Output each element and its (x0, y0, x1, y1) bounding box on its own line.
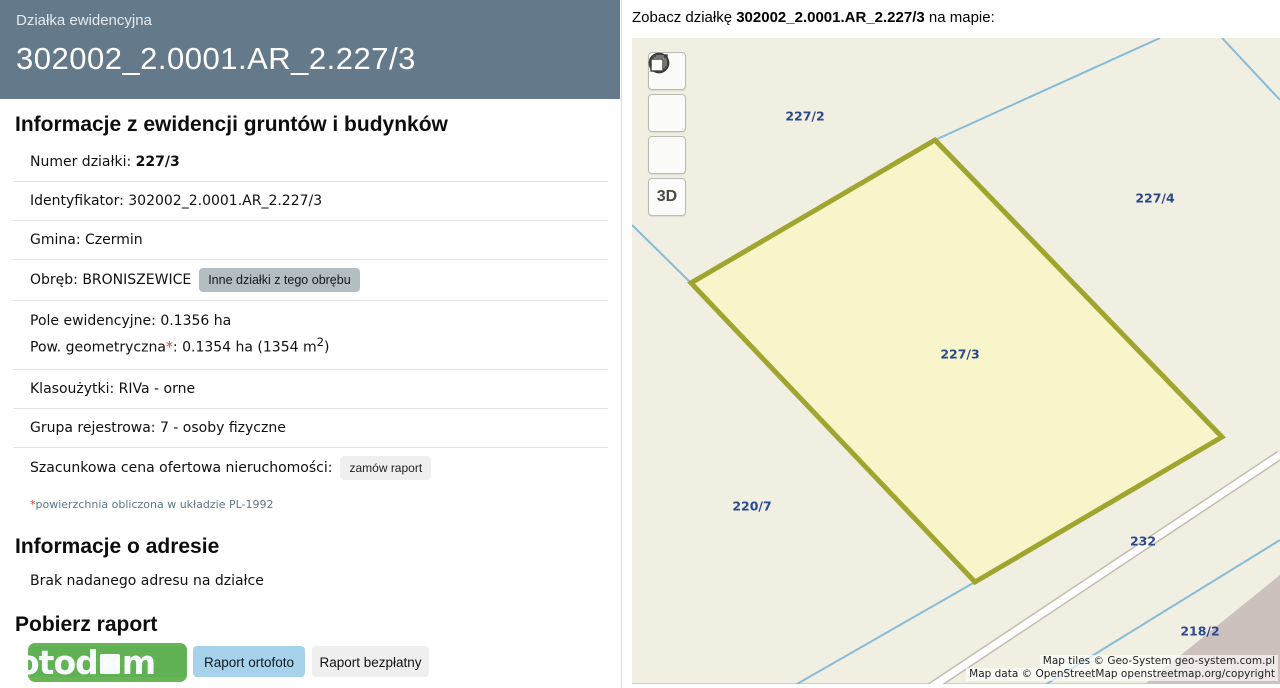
logo-text-end: m (122, 643, 155, 682)
parcel-label: 227/4 (1135, 191, 1174, 206)
map-title-suffix: na mapie: (925, 9, 995, 26)
row-land-use: Klasoużytki: RIVa - orne (13, 370, 608, 409)
parcel-label: 220/7 (732, 499, 771, 514)
parcel-label: 227/3 (940, 347, 979, 362)
layers-icon (648, 52, 670, 74)
layers-button[interactable] (648, 136, 686, 174)
map-title-prefix: Zobacz działkę (632, 9, 736, 26)
area-geometric-label: Pow. geometryczna (30, 340, 166, 356)
row-area: Pole ewidencyjne: 0.1356 ha Pow. geometr… (13, 301, 608, 370)
area-geometric-close: ) (324, 340, 329, 356)
map-controls: 3D (648, 52, 686, 220)
attribution-data: Map data © OpenStreetMap openstreetmap.o… (966, 668, 1278, 681)
boundary-line (935, 38, 1160, 140)
map-attribution: Map tiles © Geo-System geo-system.com.pl… (966, 655, 1278, 681)
area-geometric-value: : 0.1354 ha (1354 m (173, 340, 317, 356)
square-meter-sup: 2 (317, 335, 324, 349)
ortofoto-report-button[interactable]: Raport ortofoto (193, 646, 305, 677)
footnote-text: powierzchnia obliczona w układzie PL-199… (36, 498, 274, 511)
map-title: Zobacz działkę 302002_2.0001.AR_2.227/3 … (632, 9, 1280, 26)
map-3d-button[interactable]: 3D (648, 178, 686, 216)
row-obreb: Obręb: BRONISZEWICE Inne działki z tego o… (13, 260, 608, 301)
row-gmina: Gmina: Czermin (13, 221, 608, 260)
row-parcel-number: Numer działki: 227/3 (13, 143, 608, 182)
parcel-number-label: Numer działki: (30, 154, 136, 170)
registry-rows: Numer działki: 227/3 Identyfikator: 3020… (13, 143, 608, 488)
footnote-asterisk: * (166, 340, 173, 356)
parcel-id-title: 302002_2.0001.AR_2.227/3 (16, 41, 620, 77)
logo-square-glyph (100, 654, 120, 674)
zoom-out-button[interactable] (648, 94, 686, 132)
logo-text-start: otod (28, 643, 98, 682)
boundary-line (1222, 38, 1280, 100)
parcel-label: 227/2 (785, 109, 824, 124)
free-report-button[interactable]: Raport bezpłatny (312, 646, 429, 677)
map-canvas[interactable]: 227/2 227/4 227/3 220/7 232 218/2 3D Map tile… (632, 38, 1280, 684)
parcel-number-value: 227/3 (136, 154, 180, 170)
footnote: *powierzchnia obliczona w układzie PL-19… (30, 498, 620, 511)
area-cadastral: Pole ewidencyjne: 0.1356 ha (30, 311, 608, 332)
parcel-header: Działka ewidencyjna 302002_2.0001.AR_2.2… (0, 0, 620, 99)
report-buttons-row: Raport o działce Raport ortofoto Raport … (0, 643, 620, 685)
parcel-label: 232 (1130, 534, 1156, 549)
row-identifier: Identyfikator: 302002_2.0001.AR_2.227/3 (13, 182, 608, 221)
price-label: Szacunkowa cena ofertowa nieruchomości: (30, 460, 332, 476)
boundary-line (790, 582, 975, 684)
row-register-group: Grupa rejestrowa: 7 - osoby fizyczne (13, 409, 608, 448)
row-estimated-price: Szacunkowa cena ofertowa nieruchomości: z… (13, 448, 608, 488)
section-heading-download: Pobierz raport (15, 613, 620, 637)
section-heading-registry: Informacje z ewidencji gruntów i budynkó… (15, 113, 620, 137)
boundary-line (632, 225, 691, 283)
area-geometric: Pow. geometryczna*: 0.1354 ha (1354 m2) (30, 332, 608, 359)
order-report-button[interactable]: zamów raport (340, 456, 431, 480)
header-subtitle: Działka ewidencyjna (16, 12, 620, 29)
parcel-info-panel: Działka ewidencyjna 302002_2.0001.AR_2.2… (0, 0, 620, 688)
otodom-watermark-logo: otodm (28, 643, 187, 682)
address-text: Brak nadanego adresu na działce (30, 573, 620, 589)
parcel-label: 218/2 (1180, 624, 1219, 639)
otodom-logo-text: otodm (28, 643, 155, 682)
section-heading-address: Informacje o adresie (15, 535, 620, 559)
map-title-parcel-id: 302002_2.0001.AR_2.227/3 (736, 9, 925, 26)
map-panel: Zobacz działkę 302002_2.0001.AR_2.227/3 … (622, 0, 1280, 688)
attribution-tiles: Map tiles © Geo-System geo-system.com.pl (1040, 655, 1278, 668)
other-parcels-button[interactable]: Inne działki z tego obrębu (199, 268, 359, 292)
obreb-label: Obręb: BRONISZEWICE (30, 272, 191, 288)
